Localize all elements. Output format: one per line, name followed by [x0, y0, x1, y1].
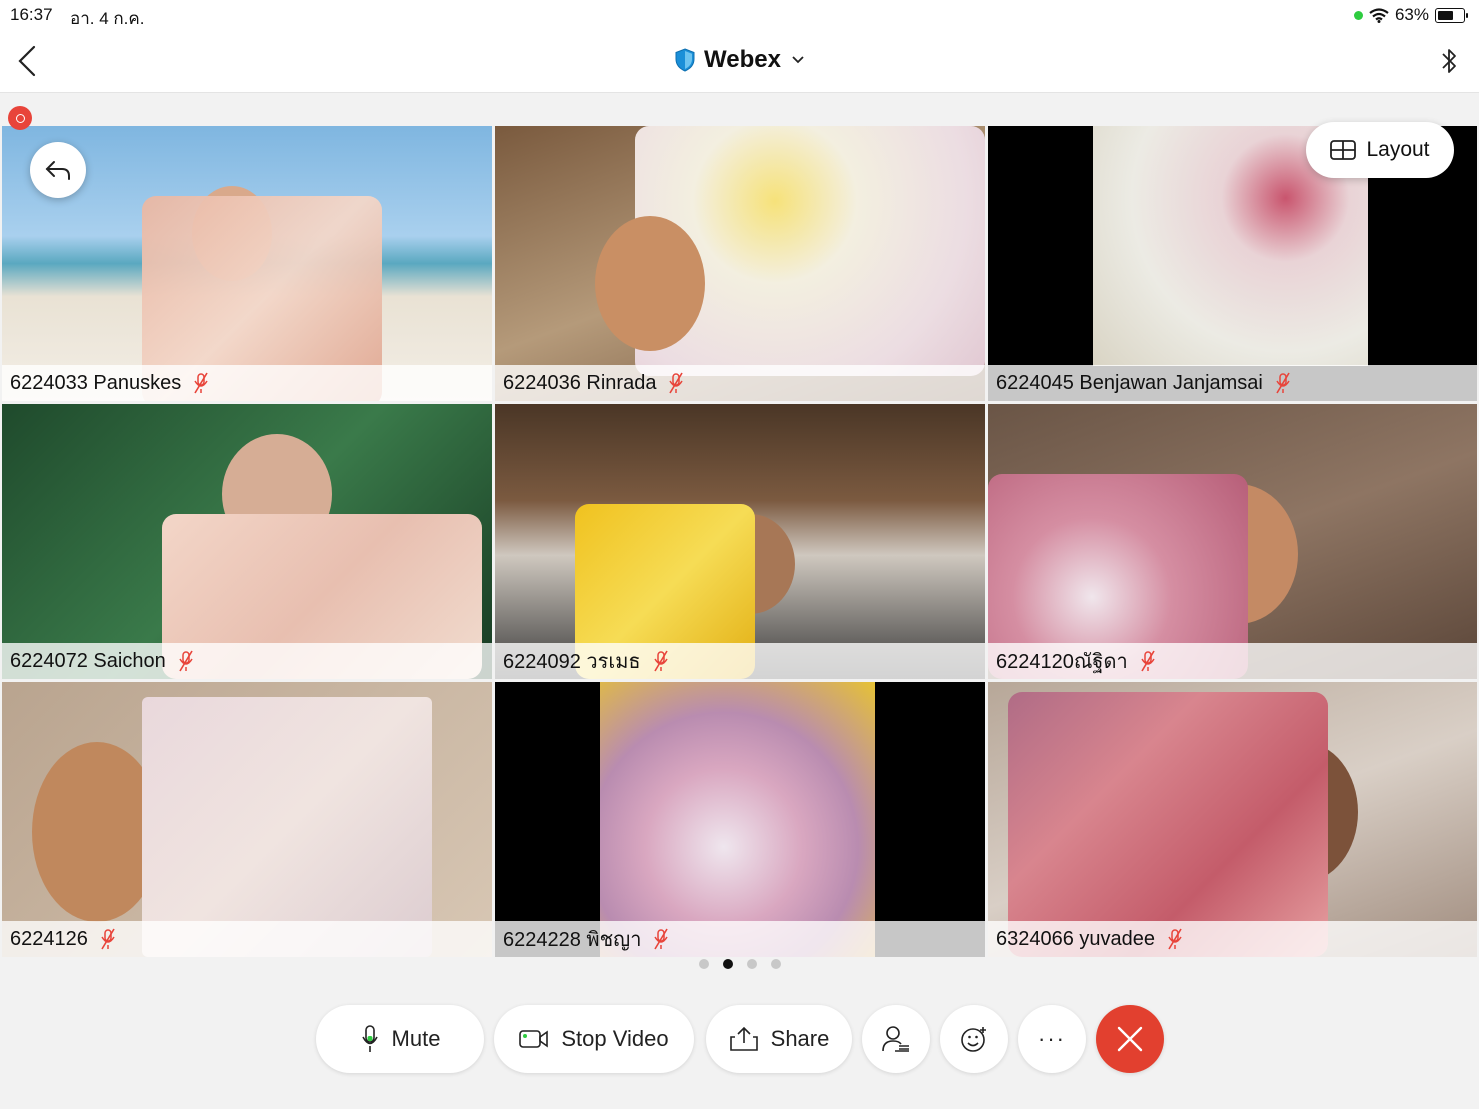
reactions-button[interactable]	[940, 1005, 1008, 1073]
layout-label: Layout	[1366, 138, 1430, 161]
video-tile[interactable]: 6224120ณัฐิดา	[988, 404, 1477, 679]
status-time: 16:37	[10, 5, 53, 24]
meeting-title: Webex	[704, 46, 781, 73]
page-dot[interactable]	[770, 959, 781, 969]
participant-name: 6224092 วรเมธ	[503, 651, 641, 673]
mic-muted-icon	[1140, 650, 1155, 672]
stop-video-button[interactable]: Stop Video	[494, 1005, 694, 1073]
end-call-button[interactable]	[1096, 1005, 1164, 1073]
video-tile[interactable]: 6224072 Saichon	[2, 404, 492, 679]
participant-caption: 6224126	[2, 921, 492, 957]
participant-caption: 6224036 Rinrada	[495, 365, 985, 401]
video-camera-icon	[519, 1030, 549, 1048]
participant-name: 6324066 yuvadee	[996, 927, 1156, 950]
mic-muted-icon	[1168, 928, 1182, 950]
participant-caption: 6224092 วรเมธ	[495, 643, 985, 679]
reply-arrow-icon	[45, 161, 70, 180]
participant-caption: 6224228 พิชญา	[495, 921, 985, 957]
participant-caption: 6324066 yuvadee	[988, 921, 1477, 957]
participant-caption: 6224072 Saichon	[2, 643, 492, 679]
more-options-icon: ···	[1038, 1026, 1066, 1051]
participant-caption: 6224033 Panuskes	[2, 365, 492, 401]
share-button[interactable]: Share	[706, 1005, 852, 1073]
layout-button[interactable]: Layout	[1306, 122, 1454, 178]
mute-label: Mute	[391, 1026, 441, 1051]
close-icon	[1117, 1026, 1143, 1052]
page-dot[interactable]	[698, 959, 709, 969]
participant-name: 6224072 Saichon	[10, 649, 166, 672]
participant-name: 6224036 Rinrada	[503, 371, 657, 394]
participant-caption: 6224045 Benjawan Janjamsai	[988, 365, 1477, 401]
participant-name: 6224228 พิชญา	[503, 929, 642, 951]
mic-muted-icon	[194, 372, 208, 394]
participant-name: 6224120ณัฐิดา	[996, 651, 1128, 673]
more-options-button[interactable]: ···	[1018, 1005, 1086, 1073]
meeting-title-button[interactable]: Webex	[0, 46, 1479, 74]
return-button[interactable]	[30, 142, 86, 198]
mic-muted-icon	[653, 650, 668, 672]
mic-muted-icon	[654, 928, 669, 950]
battery-icon	[1435, 7, 1468, 23]
share-upload-icon	[729, 1026, 758, 1051]
nav-bar: Webex	[0, 30, 1479, 93]
video-grid: 6224033 Panuskes 6224036 Rinrada 6224045…	[0, 126, 1479, 957]
page-dot[interactable]	[746, 959, 757, 969]
stop-video-label: Stop Video	[561, 1026, 669, 1051]
microphone-icon	[361, 1025, 378, 1052]
video-tile[interactable]: 6224036 Rinrada	[495, 126, 985, 401]
video-tile[interactable]: 6224092 วรเมธ	[495, 404, 985, 679]
status-indicators: 63%	[1353, 5, 1468, 25]
mic-muted-icon	[179, 650, 193, 672]
camera-in-use-icon	[1353, 10, 1363, 20]
mute-button[interactable]: Mute	[316, 1005, 484, 1073]
wifi-icon	[1369, 7, 1389, 23]
video-tile[interactable]: 6224228 พิชญา	[495, 682, 985, 957]
mic-muted-icon	[1276, 372, 1290, 394]
mic-muted-icon	[669, 372, 684, 394]
battery-percent: 63%	[1394, 5, 1429, 24]
participant-name: 6224045 Benjawan Janjamsai	[996, 371, 1263, 394]
secure-shield-icon	[675, 48, 695, 72]
page-indicator[interactable]	[0, 959, 1479, 969]
participant-name: 6224033 Panuskes	[10, 371, 182, 394]
participant-name: 6224126	[10, 927, 88, 950]
meeting-controls: Mute Stop Video Share ···	[0, 1005, 1479, 1075]
recording-indicator-icon	[8, 106, 32, 130]
chevron-down-icon	[792, 56, 804, 64]
video-tile[interactable]: 6324066 yuvadee	[988, 682, 1477, 957]
mic-muted-icon	[101, 928, 115, 950]
grid-layout-icon	[1330, 140, 1357, 160]
status-date: อา. 4 ก.ค.	[70, 9, 145, 28]
share-label: Share	[770, 1026, 830, 1051]
participants-button[interactable]	[862, 1005, 930, 1073]
status-bar: 16:37 อา. 4 ก.ค. 63%	[0, 0, 1479, 30]
participants-icon	[882, 1026, 909, 1052]
page-dot-active[interactable]	[722, 959, 733, 969]
participant-caption: 6224120ณัฐิดา	[988, 643, 1477, 679]
emoji-icon	[961, 1027, 986, 1052]
bluetooth-icon[interactable]	[1439, 44, 1459, 78]
video-tile[interactable]: 6224126	[2, 682, 492, 957]
